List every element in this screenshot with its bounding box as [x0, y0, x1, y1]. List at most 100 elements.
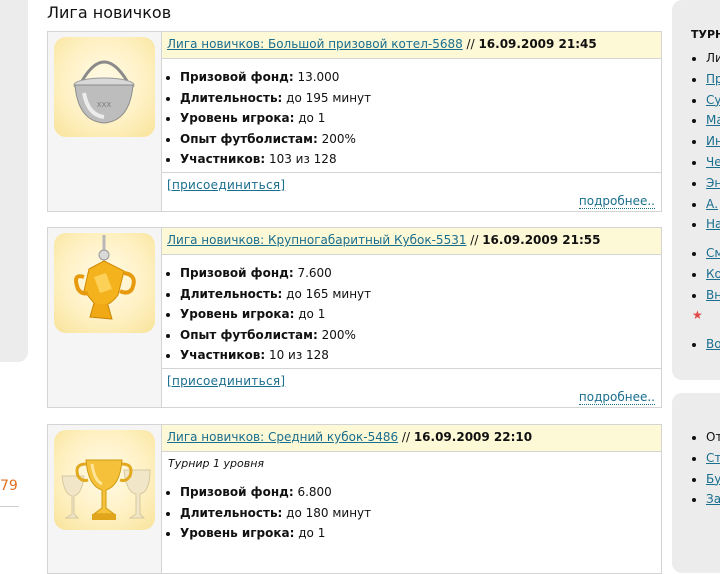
detail-participants: Участников: 103 из 128	[180, 149, 661, 170]
tournament-details: Призовой фонд: 13.000 Длительность: до 1…	[162, 59, 661, 170]
sidebar-tournaments-box: ТУРН Ли Пр Су Ма Ин Че Эн А. На См Ко Вн…	[672, 0, 720, 380]
more-row: подробнее..	[578, 194, 655, 209]
detail-label: Призовой фонд:	[180, 70, 294, 84]
detail-label: Призовой фонд:	[180, 266, 294, 280]
detail-value: до 195 минут	[282, 90, 372, 105]
sidebar-link[interactable]: Ин	[706, 134, 720, 148]
tournament-card: XXX Лига новичков: Большой призовой коте…	[47, 31, 662, 212]
sidebar-item[interactable]: За	[706, 489, 720, 510]
left-side-divider	[0, 506, 19, 507]
sidebar-link[interactable]: Че	[706, 155, 720, 169]
sidebar-link[interactable]: Ко	[706, 267, 720, 281]
tournament-date: 16.09.2009 21:45	[478, 37, 597, 51]
sidebar-item[interactable]: Вн	[706, 285, 720, 306]
detail-player-level: Уровень игрока: до 1	[180, 523, 661, 544]
tournament-title-link[interactable]: Лига новичков: Большой призовой котел-56…	[167, 37, 463, 51]
title-date-separator: //	[398, 430, 414, 444]
join-link[interactable]: [присоединиться]	[167, 178, 285, 192]
detail-label: Уровень игрока:	[180, 111, 295, 125]
detail-value: 6.800	[293, 485, 332, 499]
detail-value: 200%	[317, 327, 356, 342]
sidebar-item[interactable]: См	[706, 243, 720, 264]
tournament-title-link[interactable]: Лига новичков: Крупногабаритный Кубок-55…	[167, 233, 466, 247]
detail-experience: Опыт футболистам: 200%	[180, 129, 661, 150]
sidebar-link[interactable]: А.	[706, 197, 718, 211]
tournament-image-cell	[48, 425, 162, 573]
sidebar-item[interactable]: ★	[692, 305, 720, 326]
tournament-date: 16.09.2009 22:10	[413, 430, 533, 444]
sidebar-link[interactable]: Ма	[706, 113, 720, 127]
tournament-image-cell: XXX	[48, 32, 162, 211]
left-side-counter: 79	[0, 478, 18, 494]
sidebar-item[interactable]: Ст	[706, 448, 720, 469]
svg-text:XXX: XXX	[97, 101, 112, 109]
sidebar-item[interactable]: Че	[706, 152, 720, 173]
sidebar-item: От	[706, 427, 720, 448]
detail-prize-fund: Призовой фонд: 6.800	[180, 482, 661, 503]
detail-value: до 180 минут	[282, 505, 372, 520]
sidebar-link[interactable]: Ст	[706, 451, 720, 465]
detail-label: Уровень игрока:	[180, 526, 295, 540]
sidebar-link[interactable]: См	[706, 246, 720, 260]
sidebar-menu-list: Ли Пр Су Ма Ин Че Эн А. На	[692, 48, 720, 235]
detail-participants: Участников: 10 из 128	[180, 345, 661, 366]
detail-player-level: Уровень игрока: до 1	[180, 108, 661, 129]
tournament-header: Лига новичков: Средний кубок-5486 // 16.…	[162, 425, 661, 452]
sidebar-item[interactable]: Эн	[706, 173, 720, 194]
sidebar-link[interactable]: За	[706, 492, 720, 506]
detail-value: до 1	[294, 526, 326, 540]
sidebar-item[interactable]: На	[706, 214, 720, 235]
tournament-date: 16.09.2009 21:55	[482, 233, 601, 247]
sidebar-item[interactable]: Ма	[706, 110, 720, 131]
sidebar-menu-list: Во	[692, 334, 720, 355]
sidebar-item: Ли	[706, 48, 720, 69]
detail-label: Участников:	[180, 152, 266, 166]
gold-cup-icon	[54, 233, 155, 333]
detail-label: Опыт футболистам:	[180, 327, 318, 342]
detail-label: Длительность:	[180, 505, 283, 520]
sidebar-link[interactable]: Су	[706, 93, 720, 107]
sidebar-link[interactable]: Эн	[706, 176, 720, 190]
sidebar-box-title: ТУРН	[691, 28, 720, 41]
title-date-separator: //	[466, 233, 483, 247]
sidebar-link[interactable]: Пр	[706, 72, 720, 86]
sidebar-item[interactable]: Су	[706, 90, 720, 111]
more-link[interactable]: подробнее..	[578, 390, 655, 405]
detail-value: до 1	[294, 307, 326, 321]
detail-label: Уровень игрока:	[180, 307, 295, 321]
sidebar-link[interactable]: На	[706, 217, 720, 231]
detail-value: 13.000	[293, 70, 340, 84]
sidebar-link[interactable]: Бу	[706, 472, 720, 486]
tournament-join-row: [присоединиться]	[162, 368, 661, 391]
title-date-separator: //	[462, 37, 479, 51]
detail-value: 10 из 128	[265, 348, 329, 362]
detail-label: Длительность:	[180, 286, 283, 301]
join-link[interactable]: [присоединиться]	[167, 374, 285, 388]
sidebar-item[interactable]: Во	[706, 334, 720, 355]
sidebar-item[interactable]: Пр	[706, 69, 720, 90]
detail-experience: Опыт футболистам: 200%	[180, 325, 661, 346]
detail-value: 103 из 128	[265, 152, 337, 166]
sidebar-link[interactable]: Вн	[706, 288, 720, 302]
sidebar-box: От Ст Бу За	[672, 393, 720, 573]
detail-label: Опыт футболистам:	[180, 131, 318, 146]
detail-value: 7.600	[293, 266, 332, 280]
sidebar-item[interactable]: Бу	[706, 469, 720, 490]
star-icon[interactable]: ★	[692, 308, 703, 322]
sidebar-item[interactable]: А.	[706, 194, 720, 215]
sidebar-item[interactable]: Ко	[706, 264, 720, 285]
detail-player-level: Уровень игрока: до 1	[180, 304, 661, 325]
sidebar-item[interactable]: Ин	[706, 131, 720, 152]
detail-prize-fund: Призовой фонд: 13.000	[180, 67, 661, 88]
sidebar-menu-list: См Ко Вн ★	[692, 243, 720, 326]
tournament-card: Лига новичков: Крупногабаритный Кубок-55…	[47, 227, 662, 408]
detail-duration: Длительность: до 180 минут	[180, 503, 661, 524]
left-side-panel	[0, 0, 28, 362]
cups-trophy-icon	[54, 430, 155, 530]
sidebar-link[interactable]: Во	[706, 337, 720, 351]
sidebar-item-label: Ли	[706, 51, 720, 65]
tournament-title-link[interactable]: Лига новичков: Средний кубок-5486	[167, 430, 398, 444]
more-row: подробнее..	[578, 390, 655, 405]
detail-label: Длительность:	[180, 90, 283, 105]
more-link[interactable]: подробнее..	[578, 194, 655, 209]
